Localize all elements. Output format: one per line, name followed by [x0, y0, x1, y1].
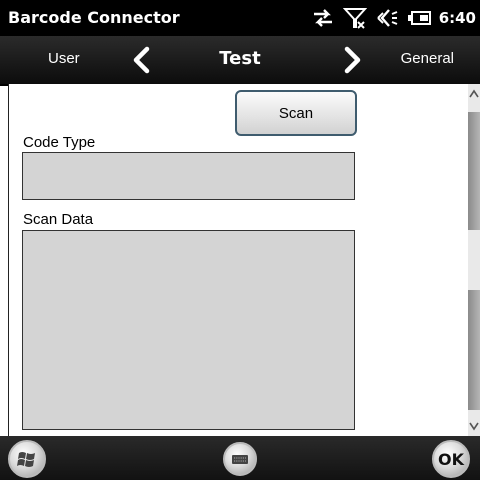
scroll-down-icon[interactable] [468, 418, 480, 434]
title-bar: Barcode Connector 6:40 [0, 0, 480, 36]
keyboard-icon [232, 455, 248, 464]
app-title: Barcode Connector [8, 8, 180, 27]
battery-icon [407, 11, 431, 25]
tab-user[interactable]: User [48, 50, 80, 67]
bottom-bar: OK [0, 436, 480, 480]
tab-header: User Test General [0, 36, 480, 86]
keyboard-button[interactable] [223, 442, 257, 476]
content-panel: Scan Code Type Scan Data [8, 84, 469, 436]
chevron-right-icon[interactable] [340, 46, 364, 74]
windows-start-button[interactable] [8, 440, 46, 478]
ok-button[interactable]: OK [432, 440, 470, 478]
sync-arrows-icon [313, 9, 332, 27]
no-signal-icon [342, 8, 367, 29]
scan-data-label: Scan Data [23, 211, 94, 228]
volume-icon [376, 9, 398, 27]
chevron-left-icon[interactable] [130, 46, 154, 74]
code-type-label: Code Type [23, 134, 96, 151]
scroll-up-icon[interactable] [468, 86, 480, 102]
tab-general[interactable]: General [401, 50, 454, 67]
status-area[interactable]: 6:40 [311, 6, 476, 30]
screen: Barcode Connector 6:40 User Test General… [0, 0, 480, 480]
scroll-thumb-upper[interactable] [468, 112, 480, 230]
windows-start-icon [17, 452, 35, 467]
scan-button[interactable]: Scan [235, 90, 357, 136]
code-type-field[interactable] [22, 152, 355, 200]
clock: 6:40 [438, 9, 476, 27]
vertical-scrollbar[interactable] [468, 84, 480, 436]
scroll-thumb-lower[interactable] [468, 290, 480, 410]
scan-data-field[interactable] [22, 230, 355, 430]
